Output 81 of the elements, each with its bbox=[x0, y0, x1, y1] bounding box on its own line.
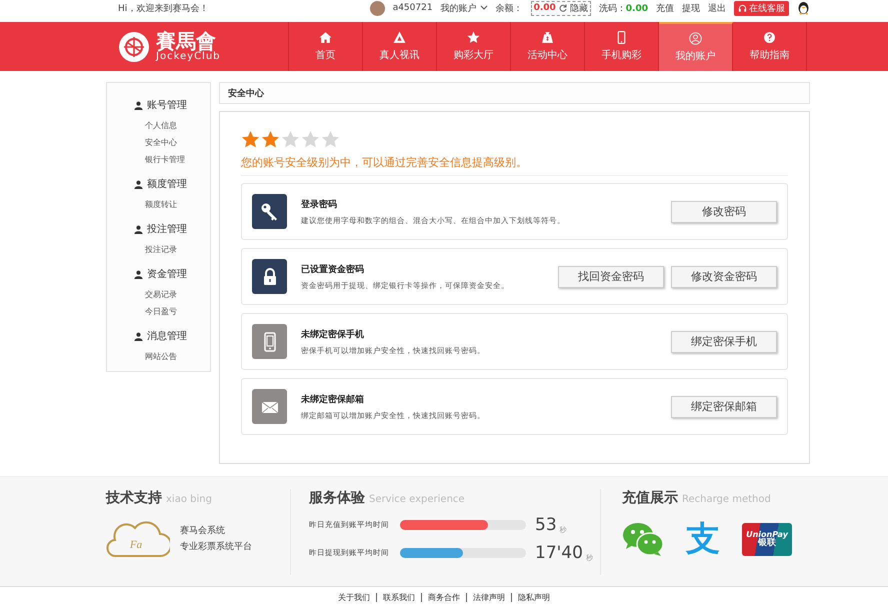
wash-label: 洗码：0.00 bbox=[598, 2, 648, 14]
help-icon bbox=[763, 31, 776, 44]
star-filled-icon bbox=[241, 130, 260, 149]
item-title: 登录密码 bbox=[301, 198, 338, 210]
star-icon bbox=[467, 31, 480, 44]
action-button[interactable]: 修改密码 bbox=[671, 200, 777, 222]
greeting-text: Hi，欢迎来到赛马会！ bbox=[118, 2, 208, 14]
alipay-logo: 支 bbox=[686, 521, 720, 557]
person-icon bbox=[134, 180, 143, 188]
balance-label: 余额： bbox=[496, 2, 523, 14]
top-link[interactable]: 退出 bbox=[708, 2, 726, 14]
top-link[interactable]: 提现 bbox=[682, 2, 700, 14]
item-title: 未绑定密保手机 bbox=[301, 328, 365, 340]
top-link[interactable]: 充值 bbox=[656, 2, 674, 14]
item-title: 未绑定密保邮箱 bbox=[301, 393, 365, 406]
sidebar-item[interactable]: 投注记录 bbox=[145, 245, 177, 254]
hide-link[interactable]: 隐藏 bbox=[570, 2, 588, 14]
section-subtitle: Recharge method bbox=[682, 494, 771, 505]
caret-icon bbox=[480, 5, 488, 11]
sidebar-item[interactable]: 个人信息 bbox=[145, 121, 177, 130]
person-icon bbox=[134, 270, 143, 278]
section-title: 服务体验 bbox=[309, 489, 365, 507]
triangle-icon bbox=[393, 31, 406, 44]
security-level-message: 您的账号安全级别为中，可以通过完善安全信息提高级别。 bbox=[241, 149, 788, 176]
sidebar-item[interactable]: 额度转让 bbox=[145, 200, 177, 209]
sidebar-heading: 投注管理 bbox=[147, 222, 187, 236]
money-bag-icon bbox=[541, 31, 554, 44]
penguin-icon[interactable] bbox=[797, 1, 810, 15]
sidebar-heading: 资金管理 bbox=[147, 268, 187, 281]
key-icon bbox=[260, 202, 280, 222]
metric-value: 53 bbox=[535, 515, 557, 535]
nav-item[interactable]: 真人视讯 bbox=[363, 22, 437, 71]
sidebar-item[interactable]: 安全中心 bbox=[145, 138, 177, 147]
footer-link[interactable]: 商务合作 bbox=[421, 593, 466, 602]
logo-text: 賽馬會 bbox=[156, 31, 216, 51]
action-button[interactable]: 绑定密保手机 bbox=[671, 330, 777, 352]
action-button[interactable]: 找回资金密码 bbox=[558, 266, 664, 288]
section-title: 技术支持 bbox=[106, 489, 162, 507]
footer-link[interactable]: 法律声明 bbox=[466, 593, 511, 602]
star-filled-icon bbox=[261, 130, 280, 149]
metric-value: 17'40 bbox=[535, 543, 583, 563]
account-menu[interactable]: 我的账户 bbox=[440, 2, 488, 14]
phone-icon bbox=[615, 31, 628, 44]
section-subtitle: Service experience bbox=[369, 494, 465, 505]
logo-subtitle: JockeyClub bbox=[156, 51, 221, 62]
sidebar-heading: 额度管理 bbox=[147, 178, 187, 191]
refresh-icon[interactable] bbox=[558, 4, 567, 12]
footer-link[interactable]: 隐私声明 bbox=[511, 593, 556, 602]
page-title: 安全中心 bbox=[228, 87, 264, 100]
nav-item[interactable]: 活动中心 bbox=[511, 22, 585, 71]
person-icon bbox=[134, 100, 143, 110]
nav-item[interactable]: 帮助指南 bbox=[733, 22, 807, 71]
online-service-button[interactable]: 在线客服 bbox=[734, 0, 789, 16]
footer-link[interactable]: 关于我们 bbox=[332, 593, 376, 602]
sidebar-heading: 消息管理 bbox=[147, 330, 187, 343]
logo-emblem-icon bbox=[118, 30, 150, 62]
person-icon bbox=[134, 332, 143, 340]
sidebar-item[interactable]: 银行卡管理 bbox=[145, 155, 185, 164]
sidebar-item[interactable]: 今日盈亏 bbox=[145, 307, 177, 316]
sidebar-item[interactable]: 交易记录 bbox=[145, 290, 177, 299]
sidebar-item[interactable]: 网站公告 bbox=[145, 352, 177, 361]
footer-link[interactable]: 联系我们 bbox=[376, 593, 421, 602]
user-circle-icon bbox=[689, 32, 702, 45]
headset-icon bbox=[738, 4, 747, 12]
person-icon bbox=[134, 224, 143, 234]
nav-item[interactable]: 首页 bbox=[289, 22, 363, 71]
support-text: 专业彩票系统平台 bbox=[180, 540, 252, 554]
action-button[interactable]: 绑定密保邮箱 bbox=[671, 396, 777, 418]
action-button[interactable]: 修改资金密码 bbox=[671, 266, 777, 288]
logo-text: Fa bbox=[130, 539, 142, 551]
house-icon bbox=[319, 31, 332, 44]
section-subtitle: xiao bing bbox=[166, 494, 212, 505]
username-text: a450721 bbox=[392, 3, 433, 13]
avatar bbox=[370, 0, 385, 16]
item-title: 已设置资金密码 bbox=[301, 263, 365, 276]
nav-item[interactable]: 购彩大厅 bbox=[437, 22, 511, 71]
sidebar-heading: 账号管理 bbox=[147, 98, 187, 112]
chat-bubbles-icon bbox=[622, 521, 664, 557]
section-title: 充值展示 bbox=[622, 489, 678, 507]
support-text: 赛马会系统 bbox=[180, 524, 226, 538]
balance-value: 0.00 bbox=[534, 3, 556, 13]
